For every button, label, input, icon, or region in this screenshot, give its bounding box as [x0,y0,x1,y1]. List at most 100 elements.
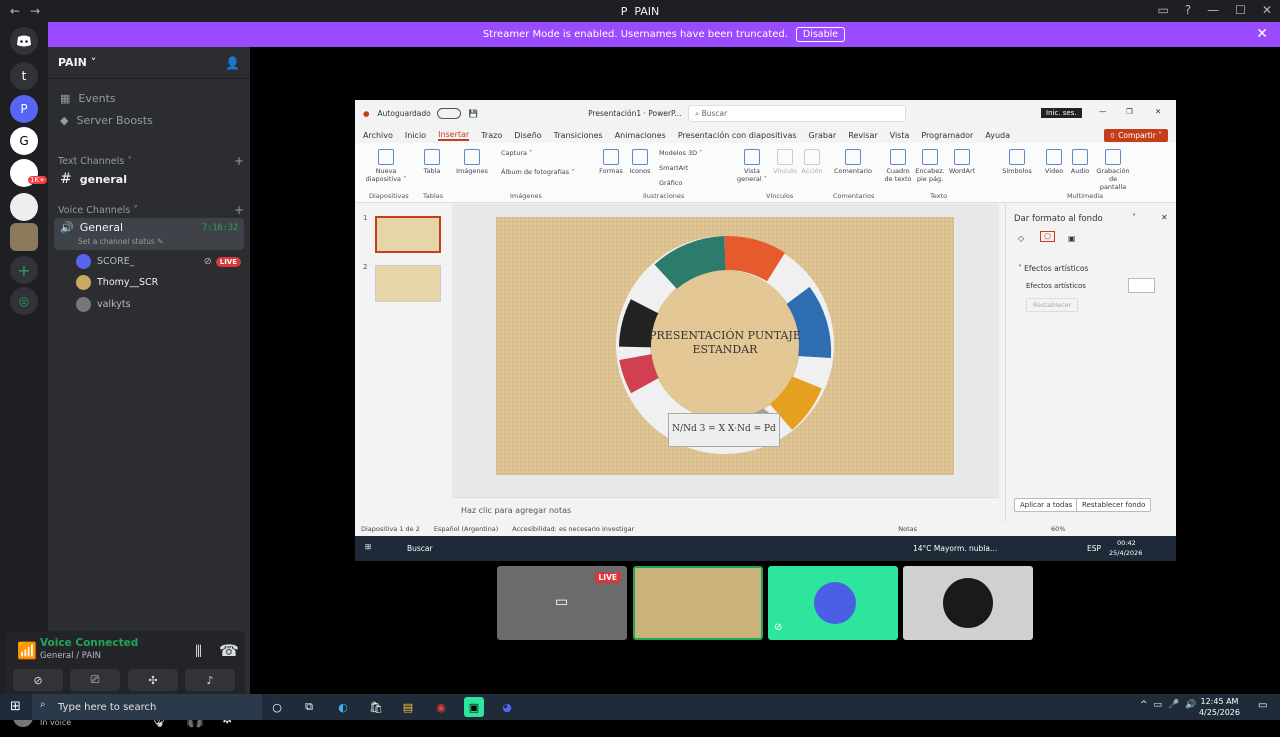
close-icon[interactable]: ✕ [1262,3,1272,17]
taskbar-clock[interactable]: 12:45 AM 4/25/2026 [1199,696,1240,718]
taskbar-search[interactable]: ⌕ Type here to search [32,694,262,720]
language[interactable]: Español (Argentina) [434,525,498,533]
disable-button[interactable]: Disable [795,27,846,42]
disconnect-icon[interactable]: ☎ [219,641,239,660]
notes-toggle[interactable]: Notas [898,525,917,533]
ppt-menu-item[interactable]: Animaciones [615,131,666,140]
table-button[interactable]: Tabla [419,149,445,175]
pane-close-icon[interactable]: ✕ [1161,213,1168,222]
fill-icon[interactable]: ◇ [1018,234,1024,243]
participant-tile[interactable]: ⊘ [768,566,898,640]
audio-button[interactable]: Audio [1069,149,1091,175]
explore-icon[interactable]: ◎ [10,287,38,315]
wordart-button[interactable]: WordArt [947,149,977,175]
guild-pain[interactable]: P [10,95,38,123]
pane-collapse-icon[interactable]: ˅ [1132,213,1136,222]
activities-button[interactable]: ✣ [128,669,178,691]
ppt-menu-item[interactable]: Revisar [848,131,877,140]
ppt-menu-item[interactable]: Presentación con diapositivas [678,131,797,140]
member-item[interactable]: SCORE_ ⊘ LIVE [76,254,241,269]
ppt-restore-icon[interactable]: ❐ [1126,107,1133,116]
channel-status[interactable]: Set a channel status ✎ [54,237,244,246]
guild-photo[interactable] [10,223,38,251]
slide-formula[interactable]: N/Nd 3 = X X·Nd = Pd [668,413,780,447]
camera-off-button[interactable]: ⊘ [13,669,63,691]
autosave-toggle[interactable] [436,108,461,119]
task-view-icon[interactable]: ⧉ [299,697,319,717]
windows-start-icon[interactable]: ⊞ [10,699,21,714]
cortana-icon[interactable]: ○ [267,697,287,717]
shapes-button[interactable]: Formas [598,149,624,175]
apply-all-button[interactable]: Aplicar a todas [1014,498,1079,512]
ppt-menu-item[interactable]: Programador [921,131,973,140]
system-tray-icons[interactable]: ^▭🎤🔊 [1140,700,1202,710]
ppt-menu-item[interactable]: Archivo [363,131,393,140]
maximize-icon[interactable]: ☐ [1235,3,1246,17]
banner-close-icon[interactable]: ✕ [1256,26,1268,42]
file-explorer-icon[interactable]: ▤ [398,697,418,717]
slide[interactable]: PRESENTACIÓN PUNTAJE ESTANDAR N/Nd 3 = X… [496,217,954,475]
forward-arrow-icon[interactable]: → [30,4,40,18]
notes-area[interactable]: Haz clic para agregar notas [452,497,999,522]
overview-button[interactable]: Vista general ˅ [735,149,769,183]
symbols-button[interactable]: Símbolos [1000,149,1034,175]
server-header[interactable]: PAIN ˅ 👤 [48,47,250,79]
ppt-menu-item[interactable]: Transiciones [554,131,603,140]
slide-thumbnail[interactable] [375,216,441,253]
voice-subtitle[interactable]: General / PAIN [40,651,101,661]
screen-recording-button[interactable]: Grabación de pantalla [1095,149,1131,191]
minimize-icon[interactable]: — [1207,3,1219,17]
smartart-button[interactable]: SmartArt [659,164,688,172]
boosts-item[interactable]: ◆ Server Boosts [54,114,244,127]
discord-taskbar-icon[interactable]: ◕ [497,697,517,717]
guild-cow[interactable] [10,193,38,221]
channel-general-text[interactable]: # general [54,171,244,187]
guild-panda[interactable]: 1K+ [10,159,47,187]
ppt-close-icon[interactable]: ✕ [1155,107,1161,116]
3d-models-button[interactable]: Modelos 3D ˅ [659,149,702,157]
action-button[interactable]: Acción [799,149,825,175]
soundboard-button[interactable]: ♪ [185,669,235,691]
stream-tile[interactable]: LIVE ▭ [497,566,627,640]
ppt-menu-item[interactable]: Grabar [809,131,837,140]
capture-button[interactable]: Captura ˅ [501,149,532,157]
noise-suppression-icon[interactable]: ⦀ [195,642,202,662]
reset-button[interactable]: Restablecer [1026,298,1079,312]
notifications-icon[interactable]: ▭ [1258,700,1267,711]
create-channel-icon[interactable]: + [234,203,244,217]
shared-screen-powerpoint[interactable]: ● Autoguardado 💾 Presentación1 · PowerP.… [355,100,1176,561]
ppt-menu-item[interactable]: Vista [890,131,910,140]
guild-g[interactable]: G [10,127,38,155]
picture-icon[interactable]: ▣ [1068,234,1076,243]
album-button[interactable]: Álbum de fotografías ˅ [501,168,574,176]
slide-title[interactable]: PRESENTACIÓN PUNTAJE ESTANDAR [646,329,804,357]
edge-icon[interactable]: ◐ [333,697,353,717]
share-button[interactable]: ⇧ Compartir ˅ [1103,129,1168,142]
signin-button[interactable]: Inic. ses. [1041,108,1082,118]
zoom-level[interactable]: 60% [1051,525,1065,533]
ppt-menu-item[interactable]: Trazo [481,131,502,140]
add-server-icon[interactable]: + [10,256,38,284]
link-button[interactable]: Vínculo [771,149,799,175]
effects-dropdown[interactable] [1128,278,1155,293]
back-arrow-icon[interactable]: ← [10,4,20,18]
ppt-menu-item[interactable]: Diseño [514,131,541,140]
member-item[interactable]: Thomy__SCR [76,275,241,290]
effects-icon[interactable]: ⬠ [1040,231,1055,242]
guild-t[interactable]: t [10,62,38,90]
create-channel-icon[interactable]: + [234,154,244,168]
icons-button[interactable]: Iconos [627,149,653,175]
participant-tile[interactable] [903,566,1033,640]
slide-thumbnail[interactable] [375,265,441,302]
ppt-menu-item[interactable]: Insertar [438,130,470,141]
discord-home-icon[interactable] [10,27,38,55]
reset-background-button[interactable]: Restablecer fondo [1076,498,1152,512]
accessibility[interactable]: Accesibilidad: es necesario investigar [512,525,634,533]
comment-button[interactable]: Comentario [833,149,873,175]
video-button[interactable]: Vídeo [1043,149,1065,175]
new-slide-button[interactable]: Nueva diapositiva ˅ [365,149,407,183]
voice-channels-category[interactable]: Voice Channels ˅ + [54,203,244,217]
help-icon[interactable]: ? [1185,3,1191,17]
ppt-menu-item[interactable]: Inicio [405,131,426,140]
store-icon[interactable]: 🛍 [366,697,386,717]
